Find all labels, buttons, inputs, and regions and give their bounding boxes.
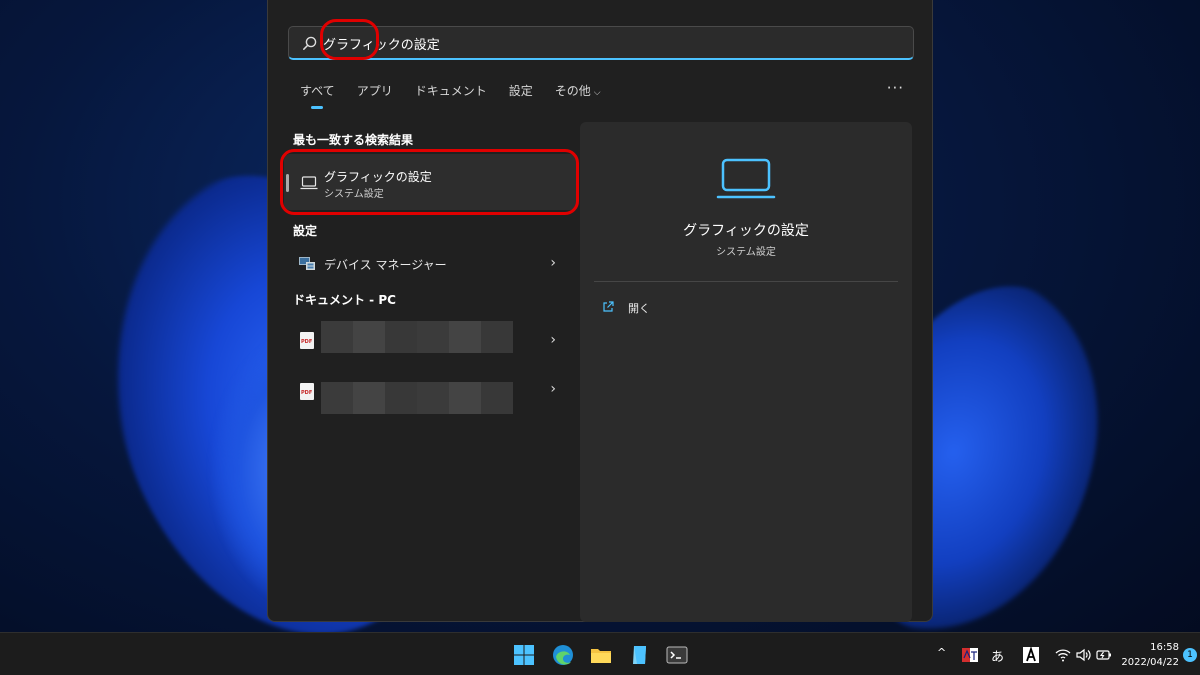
- clock[interactable]: 16:58 2022/04/22: [1117, 640, 1179, 670]
- search-icon: [303, 36, 317, 50]
- chevron-up-icon[interactable]: ^: [937, 646, 946, 659]
- result-document-1[interactable]: ›: [284, 320, 576, 360]
- language-icon[interactable]: [961, 646, 979, 664]
- documents-heading: ドキュメント - PC: [293, 293, 396, 307]
- adobe-icon[interactable]: [1022, 646, 1040, 664]
- chevron-down-icon: ⌵: [593, 88, 601, 98]
- open-external-icon: [603, 301, 614, 312]
- redacted-filename: [321, 382, 513, 414]
- taskbar: ^ あ 16:58 2022/04/22 1: [0, 632, 1200, 675]
- edge-icon[interactable]: [551, 643, 575, 667]
- pdf-icon: [300, 332, 314, 349]
- clock-time: 16:58: [1150, 642, 1179, 653]
- search-input[interactable]: [323, 32, 883, 54]
- laptop-icon: [716, 158, 776, 199]
- search-panel: すべて アプリ ドキュメント 設定 その他⌵ ··· 最も一致する検索結果 グラ…: [267, 0, 933, 622]
- result-document-2[interactable]: ›: [284, 370, 576, 414]
- divider: [594, 281, 898, 282]
- filter-tabs: すべて アプリ ドキュメント 設定 その他 ⌵: [300, 82, 623, 109]
- wifi-icon[interactable]: [1055, 647, 1071, 663]
- terminal-icon[interactable]: [665, 643, 689, 667]
- chevron-right-icon[interactable]: ›: [550, 381, 556, 397]
- result-device-manager[interactable]: デバイス マネージャー ›: [284, 243, 576, 283]
- battery-icon[interactable]: [1096, 647, 1112, 663]
- tab-apps[interactable]: アプリ: [357, 82, 393, 109]
- ime-mode-indicator[interactable]: あ: [991, 646, 1004, 665]
- best-match-highlight-ring: [280, 149, 579, 215]
- file-explorer-icon[interactable]: [589, 643, 613, 667]
- start-icon[interactable]: [512, 643, 536, 667]
- open-label: 開く: [628, 302, 650, 315]
- device-manager-icon: [299, 257, 315, 270]
- search-box[interactable]: [288, 26, 914, 60]
- redacted-filename: [321, 321, 513, 353]
- best-match-heading: 最も一致する検索結果: [293, 133, 414, 147]
- tab-all[interactable]: すべて: [300, 82, 335, 109]
- pdf-icon: [300, 383, 314, 400]
- search-highlight-ring: [320, 19, 379, 60]
- clock-date: 2022/04/22: [1121, 657, 1179, 668]
- preview-subtitle: システム設定: [716, 247, 776, 258]
- result-label: デバイス マネージャー: [324, 258, 447, 272]
- chevron-right-icon[interactable]: ›: [550, 255, 556, 271]
- more-options-button[interactable]: ···: [887, 79, 904, 97]
- notification-badge[interactable]: 1: [1183, 648, 1197, 662]
- tab-documents[interactable]: ドキュメント: [415, 82, 487, 109]
- chevron-right-icon[interactable]: ›: [550, 332, 556, 348]
- volume-icon[interactable]: [1075, 647, 1091, 663]
- preview-pane: グラフィックの設定 システム設定 開く: [580, 122, 912, 622]
- preview-title: グラフィックの設定: [683, 223, 809, 239]
- tab-more[interactable]: その他 ⌵: [555, 82, 601, 109]
- settings-heading: 設定: [293, 224, 318, 238]
- tab-settings[interactable]: 設定: [509, 82, 533, 109]
- store-icon[interactable]: [628, 643, 652, 667]
